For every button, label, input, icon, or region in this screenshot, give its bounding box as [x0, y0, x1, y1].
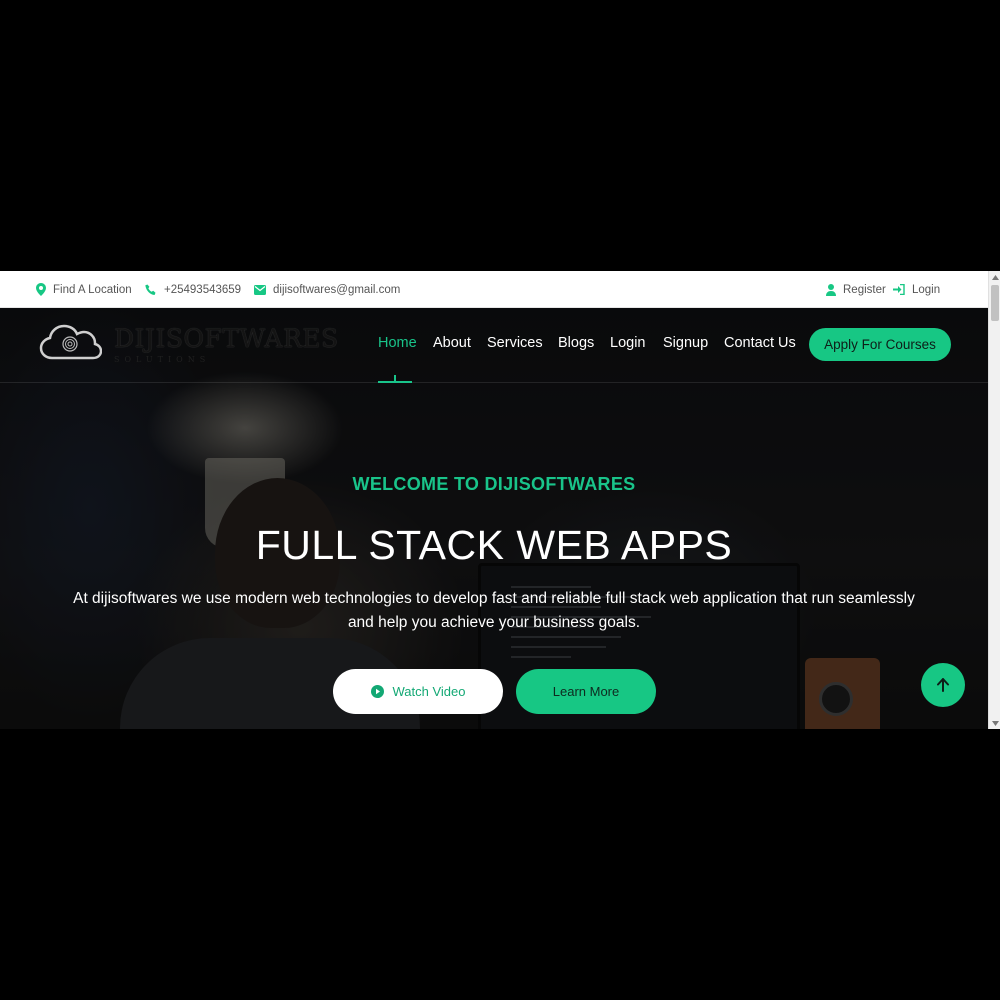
email-link[interactable]: dijisoftwares@gmail.com [254, 271, 400, 308]
top-info-bar: Find A Location +25493543659 dijisoftwar… [0, 271, 988, 308]
login-link[interactable]: Login [893, 271, 940, 308]
login-text: Login [912, 283, 941, 296]
vertical-scrollbar[interactable] [988, 271, 1000, 729]
register-text: Register [843, 283, 886, 296]
scroll-down-arrow-icon[interactable] [989, 717, 1000, 729]
active-nav-indicator [378, 375, 412, 383]
phone-link[interactable]: +25493543659 [145, 271, 241, 308]
main-navbar: DIJISOFTWARES SOLUTIONS Home About Servi… [0, 308, 988, 383]
watch-video-label: Watch Video [392, 684, 466, 699]
nav-home[interactable]: Home [378, 335, 417, 351]
email-text: dijisoftwares@gmail.com [273, 283, 401, 296]
phone-icon [145, 284, 156, 295]
browser-viewport: Find A Location +25493543659 dijisoftwar… [0, 271, 1000, 729]
arrow-up-icon [937, 678, 949, 692]
sign-in-icon [893, 284, 905, 295]
learn-more-button[interactable]: Learn More [516, 669, 656, 714]
cloud-fingerprint-icon [39, 324, 102, 360]
apply-for-courses-button[interactable]: Apply For Courses [809, 328, 951, 361]
nav-about[interactable]: About [433, 335, 471, 351]
find-location-link[interactable]: Find A Location [36, 271, 132, 308]
scroll-up-arrow-icon[interactable] [989, 271, 1000, 283]
nav-login[interactable]: Login [610, 335, 645, 351]
hero-description: At dijisoftwares we use modern web techn… [73, 590, 915, 631]
phone-text: +25493543659 [164, 283, 242, 296]
location-text: Find A Location [53, 283, 132, 296]
envelope-icon [254, 284, 266, 295]
hero-welcome: WELCOME TO DIJISOFTWARES [352, 474, 636, 494]
scrollbar-thumb[interactable] [991, 285, 999, 321]
back-to-top-button[interactable] [921, 663, 965, 707]
user-icon [826, 283, 836, 296]
site-logo[interactable]: DIJISOFTWARES SOLUTIONS [38, 320, 338, 370]
hero-title: FULL STACK WEB APPS [255, 522, 733, 568]
hero-section: DIJISOFTWARES SOLUTIONS Home About Servi… [0, 308, 988, 729]
play-circle-icon [370, 685, 384, 698]
logo-tagline: SOLUTIONS [114, 355, 211, 364]
logo-wordmark: DIJISOFTWARES [114, 324, 339, 353]
register-link[interactable]: Register [826, 271, 886, 308]
nav-blogs[interactable]: Blogs [558, 335, 594, 351]
nav-contact-us[interactable]: Contact Us [724, 335, 796, 351]
nav-signup[interactable]: Signup [663, 335, 708, 351]
map-pin-icon [36, 283, 46, 296]
watch-video-button[interactable]: Watch Video [333, 669, 503, 714]
nav-services[interactable]: Services [487, 335, 543, 351]
